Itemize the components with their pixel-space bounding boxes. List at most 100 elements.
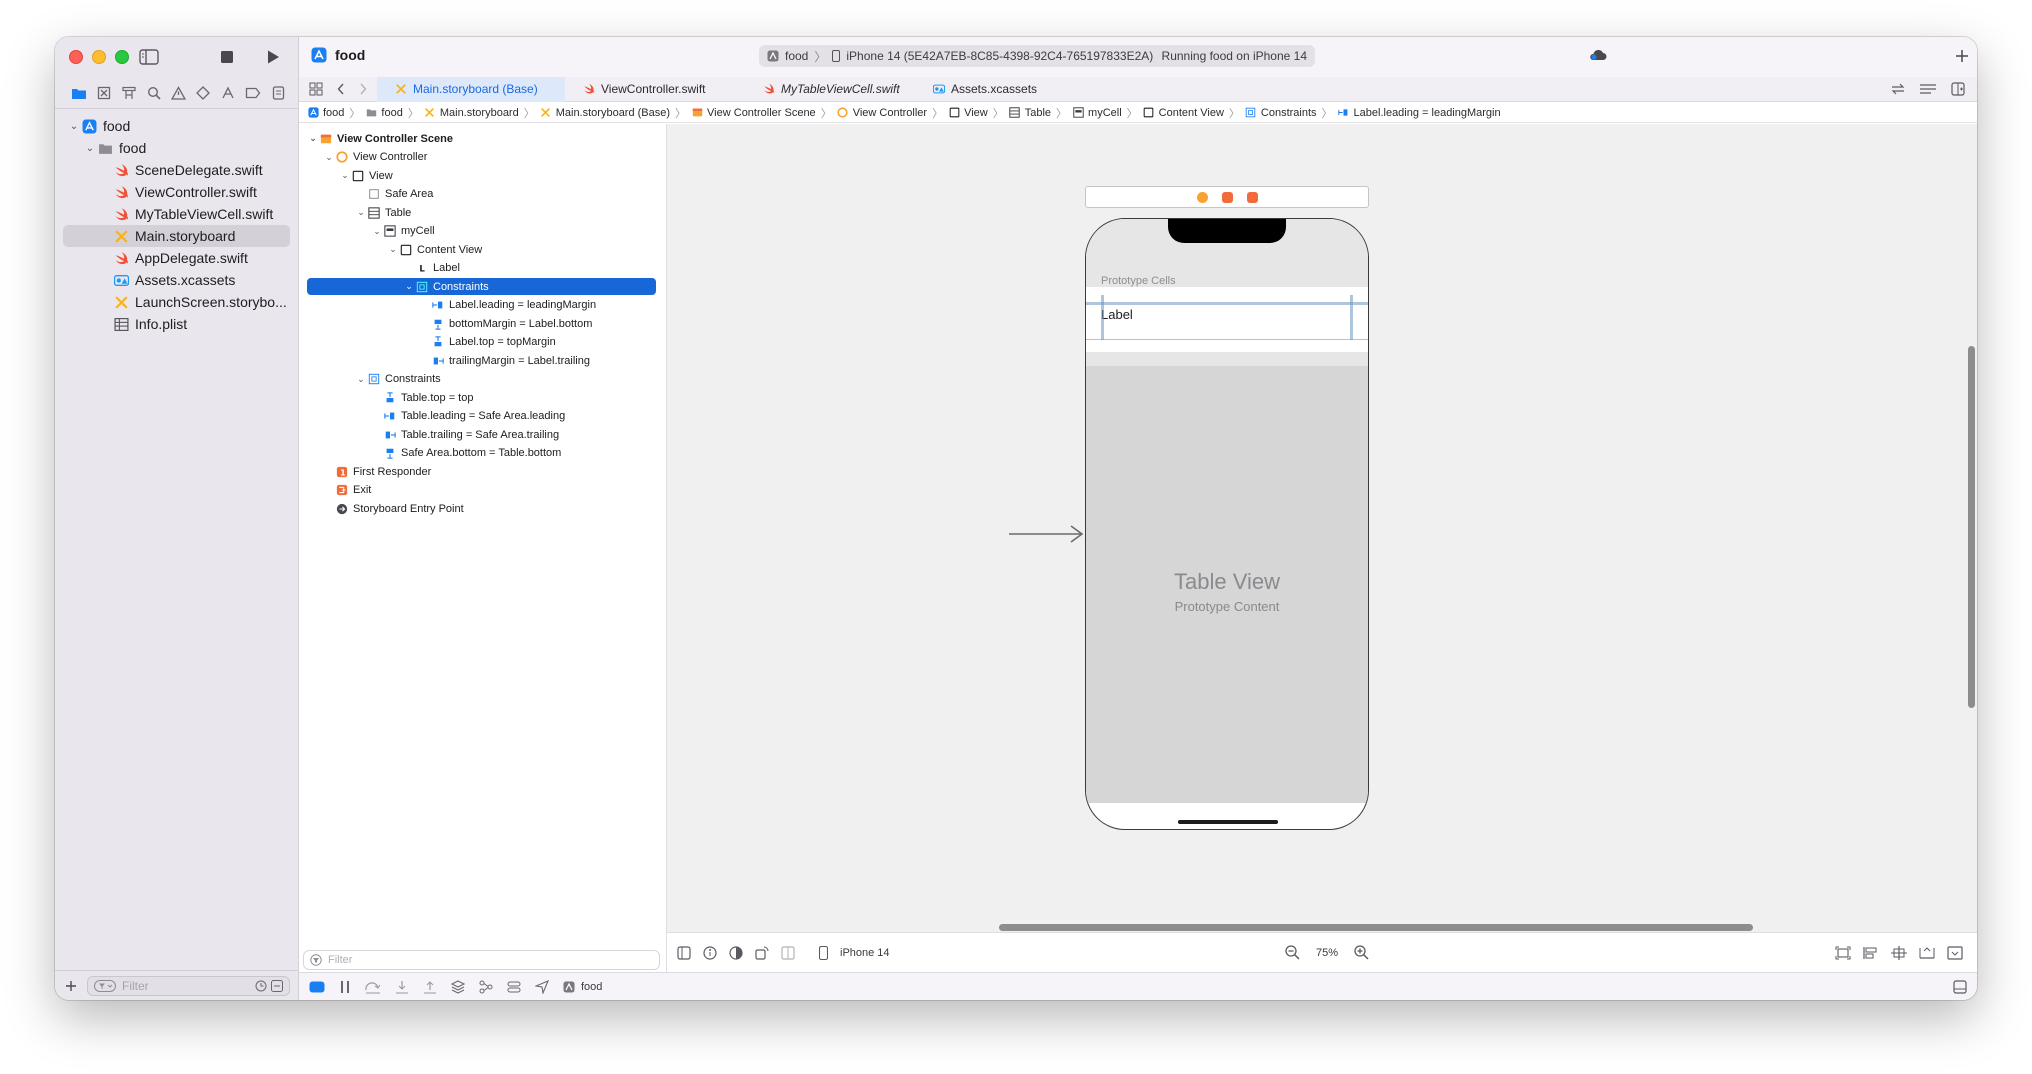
cloud-sync-status[interactable] bbox=[1589, 49, 1607, 67]
close-window-button[interactable] bbox=[69, 50, 83, 64]
horizontal-scrollbar[interactable] bbox=[999, 924, 1753, 931]
outline-item-first-responder[interactable]: 1 First Responder bbox=[307, 463, 656, 480]
run-button[interactable] bbox=[261, 46, 285, 68]
outline-filter-field[interactable]: Filter bbox=[303, 950, 660, 970]
toggle-navigator-button[interactable] bbox=[137, 46, 161, 68]
step-over-icon[interactable] bbox=[365, 980, 381, 994]
constraint-top-line[interactable] bbox=[1086, 302, 1368, 305]
hide-debug-area-icon[interactable] bbox=[309, 981, 325, 993]
disclosure-chevron-icon[interactable]: ⌄ bbox=[403, 281, 415, 292]
iphone-frame[interactable]: Prototype Cells Label Table View Prototy… bbox=[1085, 218, 1369, 830]
step-into-icon[interactable] bbox=[395, 980, 409, 994]
outline-item-mycell[interactable]: ⌄ myCell bbox=[307, 223, 656, 240]
disclosure-chevron-icon[interactable]: ⌄ bbox=[67, 121, 81, 132]
outline-item-safe-area-bottom-table-bottom[interactable]: Safe Area.bottom = Table.bottom bbox=[307, 445, 656, 462]
source-control-navigator-icon[interactable] bbox=[94, 83, 114, 103]
file-tree-item-assets-xcassets[interactable]: Assets.xcassets bbox=[63, 269, 290, 291]
recent-files-icon[interactable] bbox=[255, 980, 267, 992]
breakpoint-navigator-icon[interactable] bbox=[243, 83, 263, 103]
disclosure-chevron-icon[interactable]: ⌄ bbox=[387, 244, 399, 255]
issue-navigator-icon[interactable] bbox=[169, 83, 189, 103]
interface-builder-canvas[interactable]: Prototype Cells Label Table View Prototy… bbox=[667, 124, 1977, 932]
split-editor-icon[interactable] bbox=[1951, 82, 1965, 96]
tab-mytableviewcell-swift[interactable]: MyTableViewCell.swift bbox=[745, 77, 915, 102]
breadcrumb-item-food[interactable]: food bbox=[307, 107, 344, 119]
disclosure-chevron-icon[interactable]: ⌄ bbox=[355, 374, 367, 385]
symbol-navigator-icon[interactable] bbox=[119, 83, 139, 103]
add-file-button[interactable] bbox=[63, 978, 79, 994]
editor-options-icon[interactable] bbox=[1919, 83, 1937, 95]
forward-chevron-icon[interactable] bbox=[359, 83, 367, 95]
device-config-label[interactable]: iPhone 14 bbox=[840, 947, 890, 959]
outline-item-storyboard-entry-point[interactable]: Storyboard Entry Point bbox=[307, 500, 656, 517]
breadcrumb-item-content-view[interactable]: Content View bbox=[1143, 107, 1224, 119]
toggle-outline-icon[interactable] bbox=[677, 945, 691, 960]
swap-arrows-icon[interactable] bbox=[1891, 83, 1905, 95]
outline-item-table-top-top[interactable]: Table.top = top bbox=[307, 389, 656, 406]
step-out-icon[interactable] bbox=[423, 980, 437, 994]
scheme-target[interactable]: food bbox=[785, 49, 808, 63]
debug-memory-graph-icon[interactable] bbox=[479, 980, 493, 994]
zoom-level[interactable]: 75% bbox=[1316, 947, 1338, 959]
debug-area-toggle-icon[interactable] bbox=[1953, 979, 1967, 994]
disclosure-chevron-icon[interactable]: ⌄ bbox=[307, 133, 319, 144]
zoom-out-icon[interactable] bbox=[1285, 945, 1300, 960]
breadcrumb-item-main-storyboard[interactable]: Main.storyboard bbox=[424, 107, 519, 119]
add-library-button[interactable] bbox=[1955, 49, 1969, 68]
debug-view-hierarchy-icon[interactable] bbox=[451, 979, 465, 994]
first-responder-dock-icon[interactable] bbox=[1221, 191, 1233, 203]
outline-item-constraints[interactable]: ⌄ Constraints bbox=[307, 278, 656, 295]
disclosure-chevron-icon[interactable]: ⌄ bbox=[339, 170, 351, 181]
outline-item-safe-area[interactable]: Safe Area bbox=[307, 186, 656, 203]
find-navigator-icon[interactable] bbox=[144, 83, 164, 103]
outline-item-table-trailing-safe-area-trailing[interactable]: Table.trailing = Safe Area.trailing bbox=[307, 426, 656, 443]
file-tree-item-appdelegate-swift[interactable]: AppDelegate.swift bbox=[63, 247, 290, 269]
outline-item-exit[interactable]: Exit bbox=[307, 482, 656, 499]
file-tree-item-mytableviewcell-swift[interactable]: MyTableViewCell.swift bbox=[63, 203, 290, 225]
outline-item-label-top-topmargin[interactable]: Label.top = topMargin bbox=[307, 334, 656, 351]
zoom-window-button[interactable] bbox=[115, 50, 129, 64]
file-tree-item-viewcontroller-swift[interactable]: ViewController.swift bbox=[63, 181, 290, 203]
breadcrumb-item-view-controller[interactable]: View Controller bbox=[837, 107, 927, 119]
outline-item-constraints[interactable]: ⌄ Constraints bbox=[307, 371, 656, 388]
scheme-device[interactable]: iPhone 14 (5E42A7EB-8C85-4398-92C4-76519… bbox=[846, 49, 1153, 63]
prototype-cell[interactable]: Label bbox=[1086, 287, 1368, 340]
file-tree-item-main-storyboard[interactable]: Main.storyboard bbox=[63, 225, 290, 247]
cell-label[interactable]: Label bbox=[1101, 307, 1133, 322]
vertical-scrollbar[interactable] bbox=[1968, 346, 1975, 708]
zoom-in-icon[interactable] bbox=[1354, 945, 1369, 960]
breadcrumb-item-mycell[interactable]: myCell bbox=[1072, 107, 1122, 119]
update-frames-icon[interactable] bbox=[1835, 946, 1851, 960]
file-tree-item-food[interactable]: ⌄ food bbox=[63, 115, 290, 137]
report-navigator-icon[interactable] bbox=[268, 83, 288, 103]
outline-item-content-view[interactable]: ⌄ Content View bbox=[307, 241, 656, 258]
outline-item-view-controller[interactable]: ⌄ View Controller bbox=[307, 149, 656, 166]
outline-item-label-leading-leadingmargin[interactable]: Label.leading = leadingMargin bbox=[307, 297, 656, 314]
breadcrumb-item-constraints[interactable]: Constraints bbox=[1245, 107, 1317, 119]
test-navigator-icon[interactable] bbox=[193, 83, 213, 103]
breadcrumb-item-food[interactable]: food bbox=[365, 107, 403, 119]
outline-item-trailingmargin-label-trailing[interactable]: trailingMargin = Label.trailing bbox=[307, 352, 656, 369]
minimize-window-button[interactable] bbox=[92, 50, 106, 64]
outline-item-table-leading-safe-area-leading[interactable]: Table.leading = Safe Area.leading bbox=[307, 408, 656, 425]
file-tree-item-scenedelegate-swift[interactable]: SceneDelegate.swift bbox=[63, 159, 290, 181]
embed-in-icon[interactable] bbox=[1863, 946, 1879, 960]
file-tree-item-launchscreen-storybo[interactable]: LaunchScreen.storybo... bbox=[63, 291, 290, 313]
breadcrumb-item-table[interactable]: Table bbox=[1009, 107, 1051, 119]
tab-viewcontroller-swift[interactable]: ViewController.swift bbox=[565, 77, 745, 102]
align-icon[interactable] bbox=[1891, 945, 1907, 960]
disclosure-chevron-icon[interactable]: ⌄ bbox=[371, 226, 383, 237]
layout-guides-icon[interactable] bbox=[781, 945, 795, 960]
add-constraints-icon[interactable] bbox=[1919, 946, 1935, 960]
outline-item-table[interactable]: ⌄ Table bbox=[307, 204, 656, 221]
tab-assets-xcassets[interactable]: Assets.xcassets bbox=[915, 77, 1055, 102]
back-chevron-icon[interactable] bbox=[337, 83, 345, 95]
disclosure-chevron-icon[interactable]: ⌄ bbox=[323, 152, 335, 163]
breadcrumb-item-view-controller-scene[interactable]: View Controller Scene bbox=[691, 107, 816, 119]
disclosure-chevron-icon[interactable]: ⌄ bbox=[355, 207, 367, 218]
navigator-filter-field[interactable]: Filter bbox=[87, 975, 290, 996]
folder-navigator-icon[interactable] bbox=[69, 83, 89, 103]
pause-icon[interactable] bbox=[339, 980, 351, 994]
appearance-icon[interactable] bbox=[729, 945, 743, 960]
resolve-issues-icon[interactable] bbox=[1947, 945, 1963, 960]
